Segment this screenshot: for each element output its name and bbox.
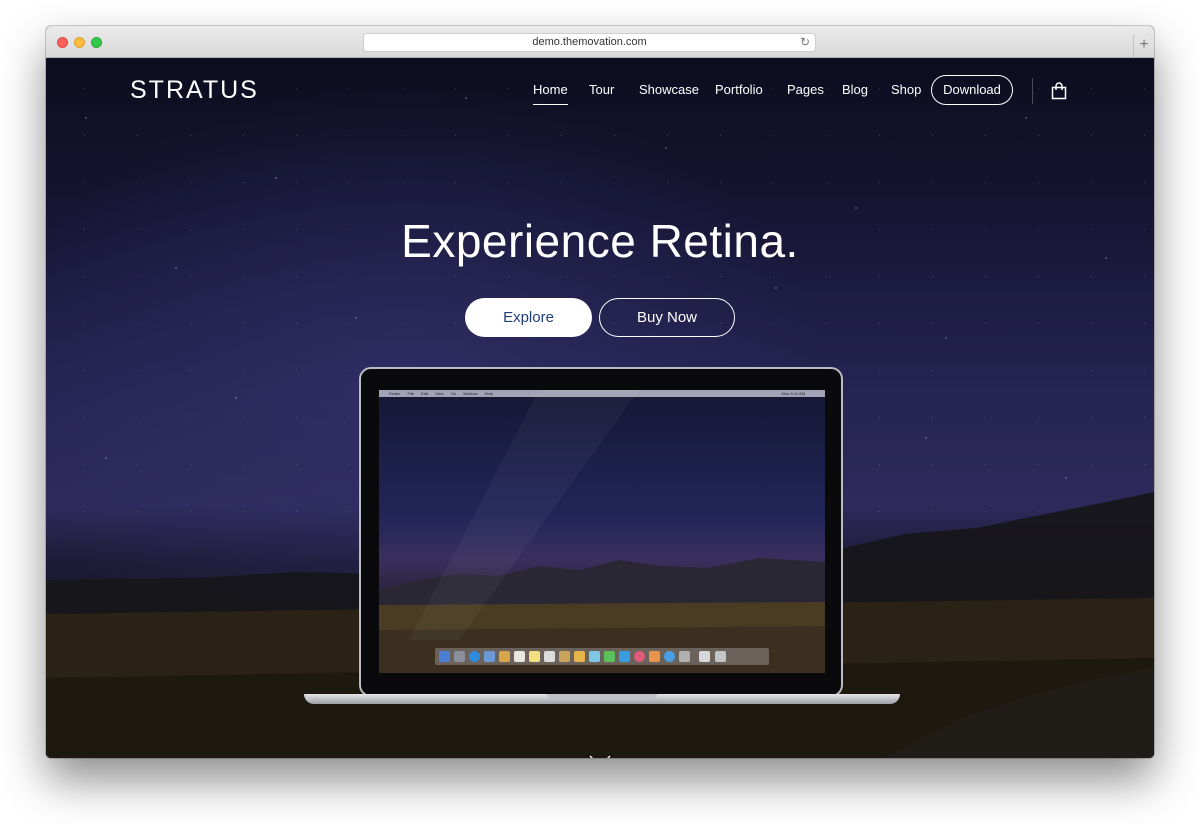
window-zoom-button[interactable] — [91, 37, 102, 48]
laptop-screen: Finder File Edit View Go Window Help Mon… — [379, 390, 825, 673]
safari-icon — [469, 651, 480, 662]
webpage: STRATUS Home Tour Showcase Portfolio Pag… — [46, 58, 1154, 758]
nav-shop[interactable]: Shop — [891, 82, 921, 97]
maps-icon — [559, 651, 570, 662]
new-tab-button[interactable]: + — [1133, 35, 1154, 57]
itunes-icon — [634, 651, 645, 662]
nav-home[interactable]: Home — [533, 82, 568, 105]
browser-titlebar: demo.themovation.com ↻ + — [46, 26, 1154, 58]
window-close-button[interactable] — [57, 37, 68, 48]
shopping-bag-icon[interactable] — [1051, 82, 1067, 100]
site-logo[interactable]: STRATUS — [130, 76, 259, 105]
laptop-notch — [547, 694, 657, 699]
itunes-store-icon — [619, 651, 630, 662]
app-store-icon — [664, 651, 675, 662]
nav-blog[interactable]: Blog — [842, 82, 868, 97]
launchpad-icon — [454, 651, 465, 662]
documents-icon — [699, 651, 710, 662]
screen-wallpaper-mountains — [379, 390, 825, 673]
photos-icon — [574, 651, 585, 662]
nav-pages[interactable]: Pages — [787, 82, 824, 97]
laptop-lid: Finder File Edit View Go Window Help Mon… — [359, 367, 843, 697]
ibooks-icon — [649, 651, 660, 662]
explore-button[interactable]: Explore — [465, 298, 592, 337]
hero-title: Experience Retina. — [401, 215, 799, 267]
messages-icon — [589, 651, 600, 662]
reminders-icon — [544, 651, 555, 662]
nav-tour[interactable]: Tour — [589, 82, 614, 97]
trash-icon — [715, 651, 726, 662]
plus-icon: + — [1139, 36, 1149, 53]
address-bar[interactable]: demo.themovation.com ↻ — [363, 33, 816, 52]
nav-showcase[interactable]: Showcase — [639, 82, 699, 97]
facetime-icon — [604, 651, 615, 662]
system-preferences-icon — [679, 651, 690, 662]
calendar-icon — [514, 651, 525, 662]
address-bar-url: demo.themovation.com — [532, 36, 647, 48]
site-header: STRATUS Home Tour Showcase Portfolio Pag… — [46, 58, 1154, 124]
buy-now-button[interactable]: Buy Now — [599, 298, 735, 337]
reload-icon[interactable]: ↻ — [800, 34, 810, 51]
nav-portfolio[interactable]: Portfolio — [715, 82, 763, 97]
contacts-icon — [499, 651, 510, 662]
mac-dock — [435, 648, 769, 665]
notes-icon — [529, 651, 540, 662]
browser-window: demo.themovation.com ↻ + STRATUS Home To… — [46, 26, 1154, 758]
chevron-down-icon[interactable] — [589, 755, 611, 758]
nav-divider — [1032, 78, 1033, 104]
macbook-mockup: Finder File Edit View Go Window Help Mon… — [304, 367, 900, 713]
window-minimize-button[interactable] — [74, 37, 85, 48]
download-button[interactable]: Download — [931, 75, 1013, 105]
finder-icon — [439, 651, 450, 662]
mail-icon — [484, 651, 495, 662]
